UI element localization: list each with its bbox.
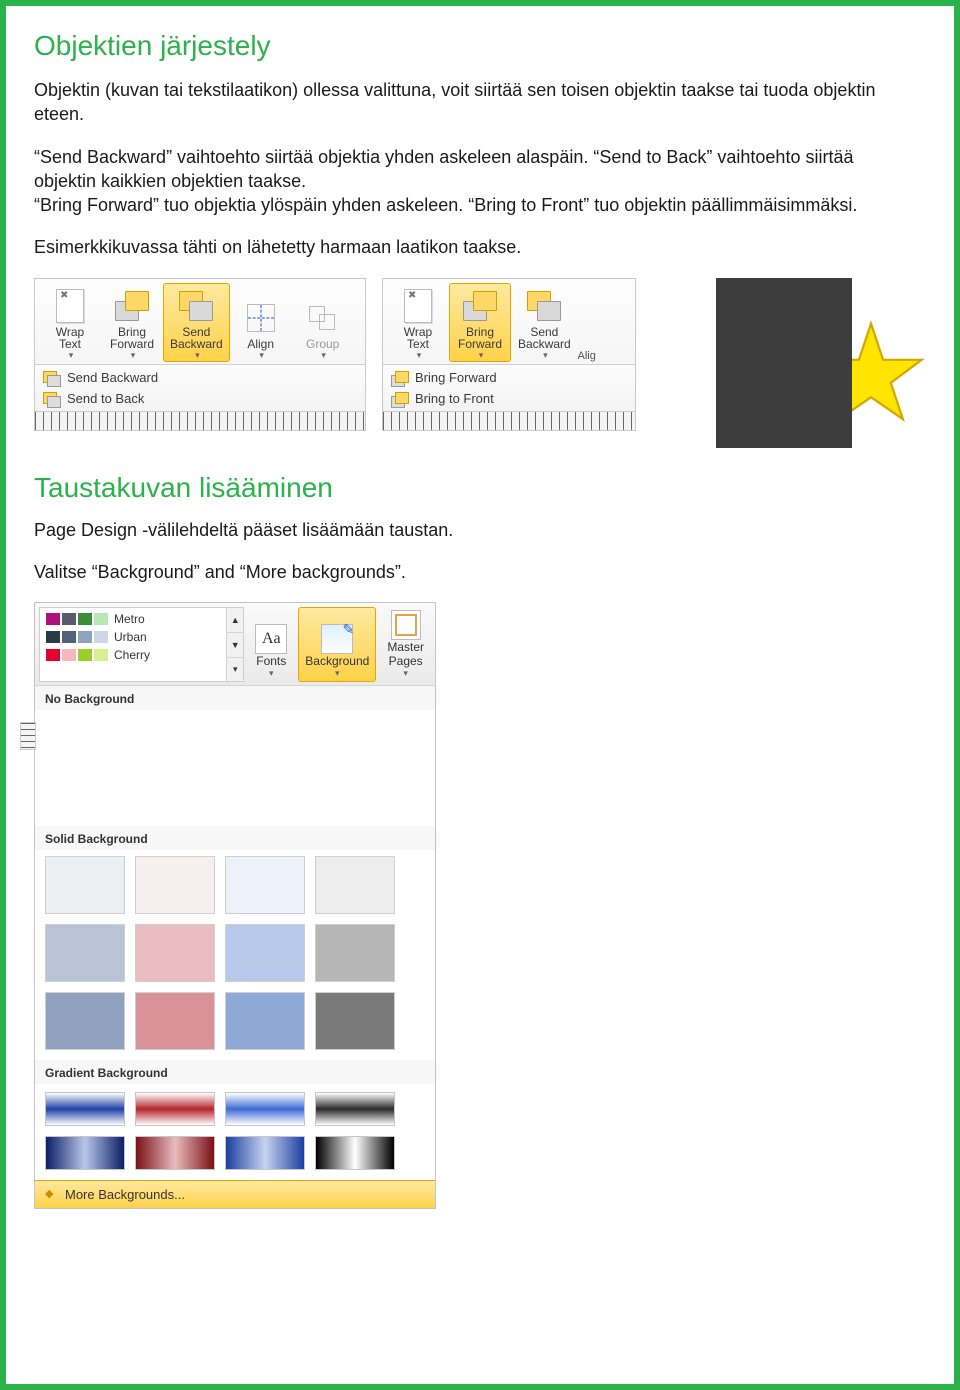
solid-swatch[interactable] bbox=[225, 856, 305, 914]
bring-forward-button[interactable]: Bring Forward▾ bbox=[101, 283, 163, 363]
align-button-partial[interactable]: Alig bbox=[578, 342, 596, 362]
scheme-swatch bbox=[62, 631, 76, 643]
background-icon bbox=[321, 624, 353, 654]
scheme-row-cherry[interactable]: Cherry bbox=[42, 646, 241, 664]
more-backgrounds-button[interactable]: More Backgrounds... bbox=[35, 1180, 435, 1208]
background-button[interactable]: Background▾ bbox=[298, 607, 376, 682]
scheme-row-urban[interactable]: Urban bbox=[42, 628, 241, 646]
gradient-background-header: Gradient Background bbox=[35, 1060, 435, 1084]
fonts-icon: Aa bbox=[255, 624, 287, 654]
scheme-swatch bbox=[78, 649, 92, 661]
heading-background-add: Taustakuvan lisääminen bbox=[34, 472, 926, 504]
scheme-swatch bbox=[62, 613, 76, 625]
ruler bbox=[35, 411, 365, 430]
color-scheme-list[interactable]: Metro Urban Cherry ▲ ▼ ▾ bbox=[39, 607, 244, 682]
gradient-swatch[interactable] bbox=[45, 1136, 125, 1170]
ruler-vertical bbox=[20, 722, 36, 750]
gradient-swatch[interactable] bbox=[315, 1092, 395, 1126]
wrap-text-button[interactable]: Wrap Text▾ bbox=[39, 283, 101, 363]
ruler bbox=[383, 411, 635, 430]
wrap-text-button[interactable]: Wrap Text▾ bbox=[387, 283, 449, 363]
menu-send-to-back[interactable]: Send to Back bbox=[35, 388, 365, 409]
bring-forward-button[interactable]: Bring Forward▾ bbox=[449, 283, 511, 363]
master-pages-icon bbox=[391, 610, 421, 640]
scheme-swatch bbox=[46, 613, 60, 625]
solid-swatch[interactable] bbox=[135, 924, 215, 982]
scheme-swatch bbox=[94, 613, 108, 625]
scheme-swatch bbox=[62, 649, 76, 661]
no-background-header: No Background bbox=[35, 686, 435, 710]
scheme-swatch bbox=[78, 631, 92, 643]
arrange-screenshots-row: Wrap Text▾ Bring Forward▾ Send Backward▾… bbox=[34, 278, 926, 448]
scheme-label: Cherry bbox=[114, 648, 150, 662]
scroll-more-icon[interactable]: ▾ bbox=[227, 658, 243, 682]
send-backward-button[interactable]: Send Backward▾ bbox=[163, 283, 230, 363]
gradient-background-section bbox=[35, 1084, 435, 1180]
scheme-swatch bbox=[46, 631, 60, 643]
menu-bring-forward[interactable]: Bring Forward bbox=[383, 367, 635, 388]
solid-swatch[interactable] bbox=[225, 992, 305, 1050]
grey-box bbox=[716, 278, 852, 448]
solid-swatch[interactable] bbox=[45, 992, 125, 1050]
scheme-swatch bbox=[46, 649, 60, 661]
scroll-down-icon[interactable]: ▼ bbox=[227, 633, 243, 658]
para-intro: Objektin (kuvan tai tekstilaatikon) olle… bbox=[34, 78, 904, 127]
gradient-swatch[interactable] bbox=[45, 1092, 125, 1126]
solid-background-header: Solid Background bbox=[35, 826, 435, 850]
heading-object-ordering: Objektien järjestely bbox=[34, 30, 926, 62]
scheme-label: Urban bbox=[114, 630, 147, 644]
para-send-bring: “Send Backward” vaihtoehto siirtää objek… bbox=[34, 145, 904, 218]
gradient-swatch[interactable] bbox=[225, 1092, 305, 1126]
star-behind-box-example bbox=[716, 278, 926, 448]
scheme-scroll[interactable]: ▲ ▼ ▾ bbox=[226, 608, 243, 681]
para-example: Esimerkkikuvassa tähti on lähetetty harm… bbox=[34, 235, 904, 259]
align-button[interactable]: Align▾ bbox=[230, 295, 292, 362]
bring-forward-dropdown: Bring Forward Bring to Front bbox=[383, 364, 635, 411]
gradient-swatch[interactable] bbox=[225, 1136, 305, 1170]
scheme-swatch bbox=[94, 649, 108, 661]
ribbon-send-backward: Wrap Text▾ Bring Forward▾ Send Backward▾… bbox=[34, 278, 366, 432]
master-pages-button[interactable]: Master Pages▾ bbox=[380, 607, 431, 682]
solid-swatch[interactable] bbox=[315, 856, 395, 914]
menu-send-backward[interactable]: Send Backward bbox=[35, 367, 365, 388]
menu-bring-to-front[interactable]: Bring to Front bbox=[383, 388, 635, 409]
send-backward-dropdown: Send Backward Send to Back bbox=[35, 364, 365, 411]
ribbon-bring-forward: Wrap Text▾ Bring Forward▾ Send Backward▾… bbox=[382, 278, 636, 432]
para-send-backward: “Send Backward” vaihtoehto siirtää objek… bbox=[34, 147, 853, 191]
para-bring-forward: “Bring Forward” tuo objektia ylöspäin yh… bbox=[34, 195, 857, 215]
solid-swatch[interactable] bbox=[45, 856, 125, 914]
solid-swatch[interactable] bbox=[135, 992, 215, 1050]
solid-swatch[interactable] bbox=[45, 924, 125, 982]
solid-swatch[interactable] bbox=[135, 856, 215, 914]
scheme-label: Metro bbox=[114, 612, 145, 626]
scheme-row-metro[interactable]: Metro bbox=[42, 610, 241, 628]
gradient-swatch[interactable] bbox=[315, 1136, 395, 1170]
solid-swatch[interactable] bbox=[225, 924, 305, 982]
no-background-section[interactable] bbox=[35, 710, 435, 826]
gradient-swatch[interactable] bbox=[135, 1092, 215, 1126]
solid-background-section bbox=[35, 850, 435, 1060]
scheme-swatch bbox=[78, 613, 92, 625]
page-design-panel: Metro Urban Cherry ▲ ▼ ▾ Aa Fonts▾ Backgro… bbox=[34, 602, 436, 1209]
send-backward-button[interactable]: Send Backward▾ bbox=[511, 283, 578, 363]
scheme-swatch bbox=[94, 631, 108, 643]
solid-swatch[interactable] bbox=[315, 992, 395, 1050]
group-button[interactable]: Group▾ bbox=[292, 295, 354, 362]
para-choose-background: Valitse “Background” and “More backgroun… bbox=[34, 560, 904, 584]
scroll-up-icon[interactable]: ▲ bbox=[227, 608, 243, 633]
gradient-swatch[interactable] bbox=[135, 1136, 215, 1170]
solid-swatch[interactable] bbox=[315, 924, 395, 982]
para-page-design: Page Design -välilehdeltä pääset lisäämä… bbox=[34, 518, 904, 542]
fonts-button[interactable]: Aa Fonts▾ bbox=[248, 607, 294, 682]
